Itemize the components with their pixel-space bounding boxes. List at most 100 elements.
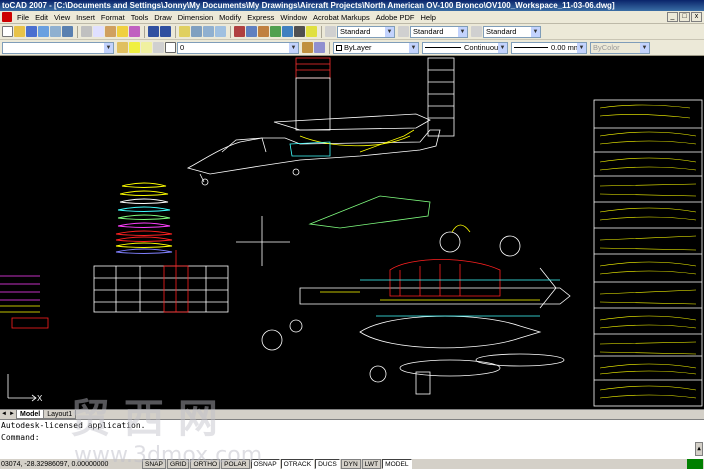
drawing-canvas: X: [0, 57, 703, 407]
tab-nav-next[interactable]: ►: [8, 410, 16, 419]
menu-help[interactable]: Help: [418, 11, 439, 24]
menu-express[interactable]: Express: [244, 11, 277, 24]
menu-file[interactable]: File: [14, 11, 32, 24]
wing-section-blocks: [93, 265, 229, 313]
dim-style-select[interactable]: Standard ▼: [410, 25, 468, 38]
drawing-area[interactable]: X: [0, 56, 704, 409]
save-icon[interactable]: [26, 26, 37, 37]
chevron-down-icon[interactable]: ▼: [289, 42, 298, 53]
chevron-down-icon[interactable]: ▼: [498, 42, 507, 53]
scroll-up-icon[interactable]: ▲: [695, 442, 703, 456]
dyn-toggle[interactable]: DYN: [340, 459, 361, 469]
menu-window[interactable]: Window: [277, 11, 310, 24]
minimize-button[interactable]: _: [667, 12, 678, 22]
color-select[interactable]: ByLayer ▼: [333, 41, 419, 54]
menu-adobe-pdf[interactable]: Adobe PDF: [373, 11, 418, 24]
properties-icon[interactable]: [234, 26, 245, 37]
ducs-toggle[interactable]: DUCS: [315, 459, 340, 469]
make-layer-current-icon[interactable]: [302, 42, 313, 53]
chevron-down-icon[interactable]: ▼: [640, 42, 649, 53]
restore-button[interactable]: □: [679, 12, 690, 22]
crosshair-lines: [236, 216, 290, 266]
tab-model[interactable]: Model: [16, 410, 45, 419]
tray-settings-icon[interactable]: [687, 459, 703, 469]
toolbar-separator: [77, 25, 78, 38]
ucs-x-label: X: [37, 394, 43, 403]
close-button[interactable]: x: [691, 12, 702, 22]
grid-toggle[interactable]: GRID: [166, 459, 190, 469]
sheet-set-icon[interactable]: [270, 26, 281, 37]
tool-palettes-icon[interactable]: [258, 26, 269, 37]
help-icon[interactable]: [306, 26, 317, 37]
pan-icon[interactable]: [179, 26, 190, 37]
print-icon[interactable]: [38, 26, 49, 37]
block-editor-icon[interactable]: [129, 26, 140, 37]
zoom-previous-icon[interactable]: [215, 26, 226, 37]
model-toggle[interactable]: MODEL: [382, 459, 412, 469]
otrack-toggle[interactable]: OTRACK: [280, 459, 315, 469]
airfoil-stack: [115, 182, 173, 254]
workspace-select[interactable]: ▼: [2, 41, 114, 54]
chevron-down-icon[interactable]: ▼: [577, 42, 586, 53]
layer-select[interactable]: 0 ▼: [177, 41, 299, 54]
plotstyle-select[interactable]: ByColor ▼: [590, 41, 650, 54]
command-window[interactable]: Autodesk-licensed application. Command: …: [0, 419, 704, 458]
chevron-down-icon[interactable]: ▼: [385, 26, 394, 37]
menu-acrobat-markups[interactable]: Acrobat Markups: [310, 11, 373, 24]
menu-view[interactable]: View: [51, 11, 73, 24]
polar-toggle[interactable]: POLAR: [221, 459, 250, 469]
undo-icon[interactable]: [148, 26, 159, 37]
table-style-select[interactable]: Standard ▼: [483, 25, 541, 38]
new-icon[interactable]: [2, 26, 13, 37]
zoom-window-icon[interactable]: [203, 26, 214, 37]
menu-format[interactable]: Format: [98, 11, 128, 24]
table-style-icon: [471, 26, 482, 37]
menu-draw[interactable]: Draw: [151, 11, 175, 24]
copy-icon[interactable]: [93, 26, 104, 37]
open-icon[interactable]: [14, 26, 25, 37]
dim-style-icon: [398, 26, 409, 37]
zoom-realtime-icon[interactable]: [191, 26, 202, 37]
chevron-down-icon[interactable]: ▼: [458, 26, 467, 37]
parts-outlines: [599, 104, 697, 399]
toolbar-separator: [175, 25, 176, 38]
osnap-toggle[interactable]: OSNAP: [250, 459, 280, 469]
layer-previous-icon[interactable]: [314, 42, 325, 53]
command-prompt[interactable]: Command:: [1, 432, 704, 444]
redo-icon[interactable]: [160, 26, 171, 37]
text-style-select[interactable]: Standard ▼: [337, 25, 395, 38]
menu-insert[interactable]: Insert: [73, 11, 98, 24]
chevron-down-icon[interactable]: ▼: [104, 42, 113, 53]
toolbar-separator: [329, 41, 330, 54]
status-bar: 03074, -28.32986097, 0.00000000 SNAP GRI…: [0, 458, 704, 469]
coordinate-readout: 03074, -28.32986097, 0.00000000: [1, 460, 109, 468]
tab-nav-prev[interactable]: ◄: [0, 410, 8, 419]
match-properties-icon[interactable]: [117, 26, 128, 37]
layer-manager-icon[interactable]: [117, 42, 128, 53]
calculator-icon[interactable]: [294, 26, 305, 37]
toolbar-separator: [321, 25, 322, 38]
table-style-value: Standard: [486, 26, 517, 36]
design-center-icon[interactable]: [246, 26, 257, 37]
ortho-toggle[interactable]: ORTHO: [190, 459, 221, 469]
wing-top-view: [308, 195, 431, 229]
tab-layout1[interactable]: Layout1: [43, 410, 77, 419]
toolbar-separator: [230, 25, 231, 38]
menu-tools[interactable]: Tools: [128, 11, 152, 24]
markup-icon[interactable]: [282, 26, 293, 37]
lineweight-select[interactable]: 0.00 mm ▼: [511, 41, 587, 54]
app-menu-icon[interactable]: [2, 12, 12, 22]
lwt-toggle[interactable]: LWT: [361, 459, 382, 469]
snap-toggle[interactable]: SNAP: [142, 459, 166, 469]
menu-edit[interactable]: Edit: [32, 11, 51, 24]
plot-preview-icon[interactable]: [50, 26, 61, 37]
chevron-down-icon[interactable]: ▼: [409, 42, 418, 53]
chevron-down-icon[interactable]: ▼: [531, 26, 540, 37]
cut-icon[interactable]: [81, 26, 92, 37]
menu-modify[interactable]: Modify: [216, 11, 244, 24]
publish-icon[interactable]: [62, 26, 73, 37]
ucs-icon: [7, 374, 37, 402]
paste-icon[interactable]: [105, 26, 116, 37]
menu-dimension[interactable]: Dimension: [175, 11, 216, 24]
linetype-select[interactable]: Continuous ▼: [422, 41, 508, 54]
